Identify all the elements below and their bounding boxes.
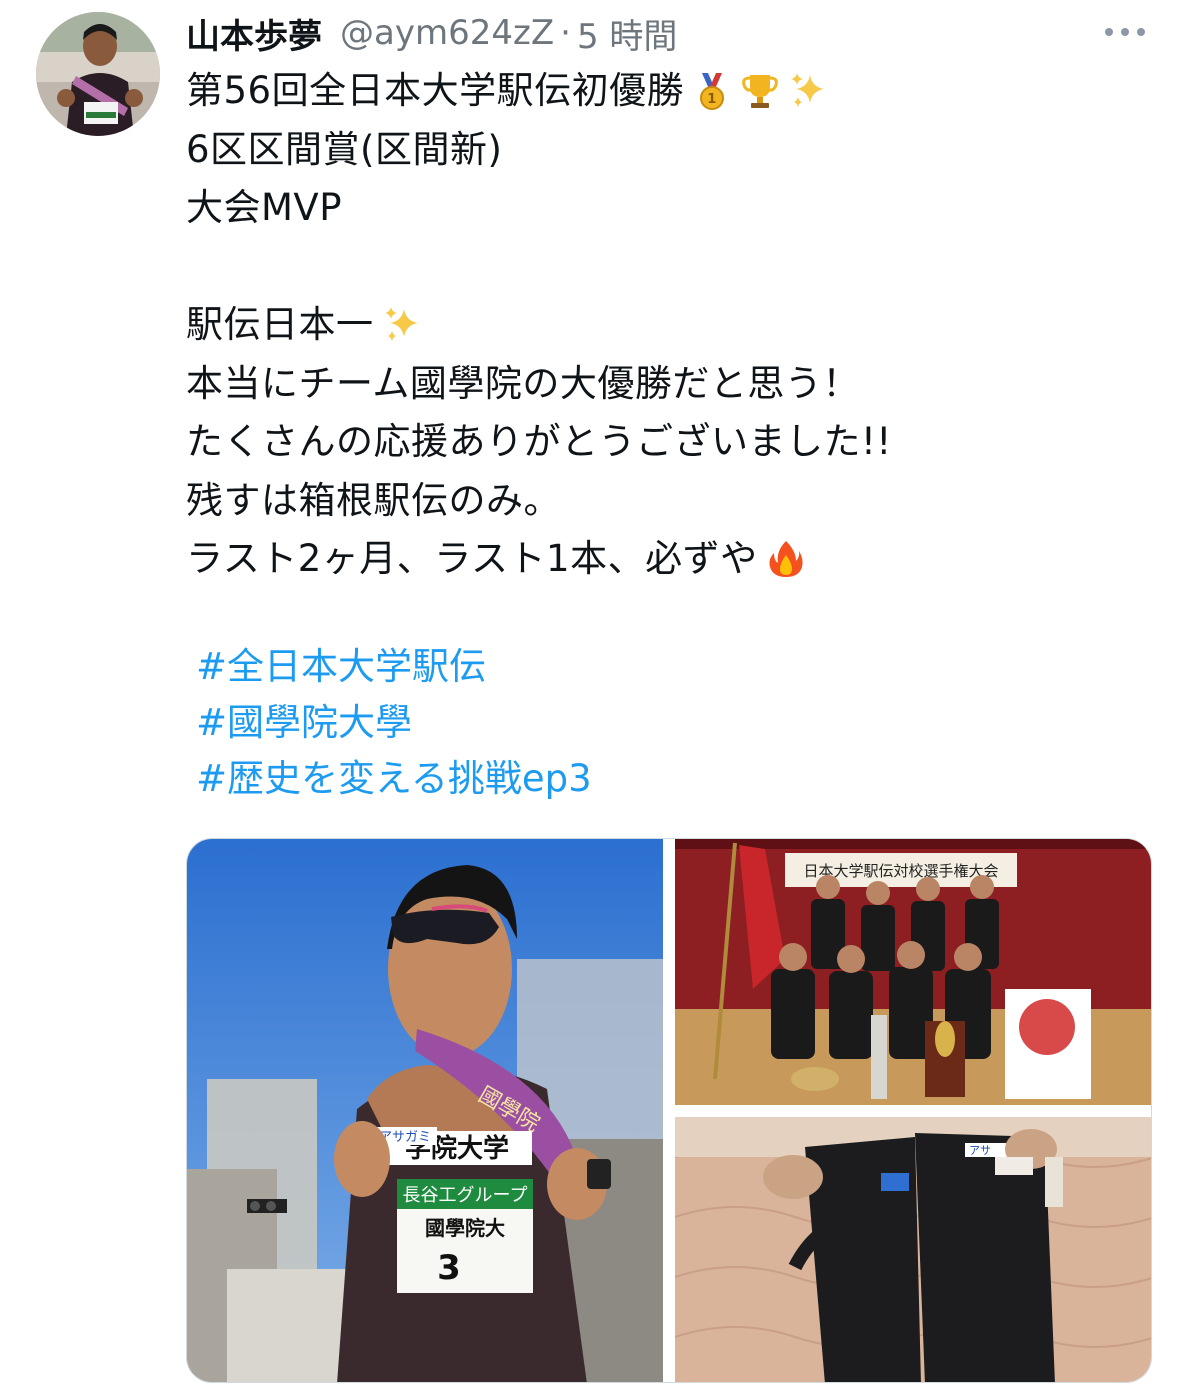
bib-number-text: 3 <box>437 1248 461 1288</box>
hashtag-link[interactable]: #國學院大學 <box>196 695 592 751</box>
header-separator: · <box>560 13 571 53</box>
tweet-line-text: 残すは箱根駅伝のみ。 <box>186 478 561 522</box>
tweet-line: たくさんの応援ありがとうございました!! <box>186 413 1146 472</box>
tweet-timestamp[interactable]: 5 時間 <box>577 9 677 58</box>
tweet-line: 本当にチーム國學院の大優勝だと思う！ <box>186 355 1146 414</box>
bib-team-text: 國學院大 <box>425 1216 505 1240</box>
more-dot <box>1137 28 1145 36</box>
sparkles-icon <box>791 73 825 108</box>
tweet-line-text: 6区区間賞(区間新) <box>186 127 503 171</box>
fire-icon <box>769 541 803 578</box>
tweet-line: 大会MVP <box>186 179 1146 238</box>
runner-avatar-icon <box>36 12 160 136</box>
media-grid: 國學院 学院大学 アサガミ 長谷工グループ 國學院大 3 日本大学駅伝対校選手権… <box>186 838 1152 1383</box>
tweet-line-text: 駅伝日本一 <box>186 303 374 346</box>
tweet-line: ラスト2ヶ月、ラスト1本、必ずや <box>186 530 1146 589</box>
more-dot <box>1105 28 1113 36</box>
tweet-line-text: たくさんの応援ありがとうございました!! <box>186 420 892 463</box>
duo-sponsor-text: アサ <box>969 1144 991 1157</box>
hashtag-list: #全日本大学駅伝 #國學院大學 #歴史を変える挑戦ep3 <box>196 639 592 807</box>
tweet-line-text: 大会MVP <box>186 186 343 229</box>
tweet-line: 駅伝日本一 <box>186 296 1146 355</box>
tweet-line-text: 本当にチーム國學院の大優勝だと思う！ <box>186 361 860 405</box>
tweet-text: 第56回全日本大学駅伝初優勝 1 6区区間賞(区間新) 大会MVP 駅伝日本一 … <box>186 62 1146 589</box>
photo-duo[interactable]: アサ <box>675 1117 1151 1382</box>
tweet-line: 第56回全日本大学駅伝初優勝 1 <box>186 62 1146 121</box>
tweet-line-text: 第56回全日本大学駅伝初優勝 <box>186 69 685 112</box>
author-handle[interactable]: @aym624zZ <box>340 13 554 53</box>
bib-sponsor-text: 長谷工グループ <box>403 1185 528 1206</box>
hashtag-link[interactable]: #歴史を変える挑戦ep3 <box>196 751 592 807</box>
hashtag-link[interactable]: #全日本大学駅伝 <box>196 639 592 695</box>
svg-text:1: 1 <box>707 92 717 107</box>
tweet[interactable]: 山本歩夢 @aym624zZ · 5 時間 第56回全日本大学駅伝初優勝 1 6… <box>0 0 1179 1394</box>
tweet-line: 6区区間賞(区間新) <box>186 121 1146 180</box>
tweet-header: 山本歩夢 @aym624zZ · 5 時間 <box>186 9 677 58</box>
tweet-line: 残すは箱根駅伝のみ。 <box>186 472 1146 531</box>
sparkles-icon <box>384 307 418 342</box>
more-dot <box>1121 28 1129 36</box>
photo-team[interactable]: 日本大学駅伝対校選手権大会 <box>675 839 1151 1105</box>
tweet-line-text: ラスト2ヶ月、ラスト1本、必ずや <box>186 537 758 580</box>
author-avatar[interactable] <box>36 12 160 136</box>
author-display-name[interactable]: 山本歩夢 <box>186 9 322 58</box>
gold-medal-icon: 1 <box>700 73 725 111</box>
photo-runner[interactable]: 國學院 学院大学 アサガミ 長谷工グループ 國學院大 3 <box>187 839 663 1382</box>
trophy-icon <box>742 75 778 109</box>
more-options-button[interactable] <box>1105 18 1145 46</box>
